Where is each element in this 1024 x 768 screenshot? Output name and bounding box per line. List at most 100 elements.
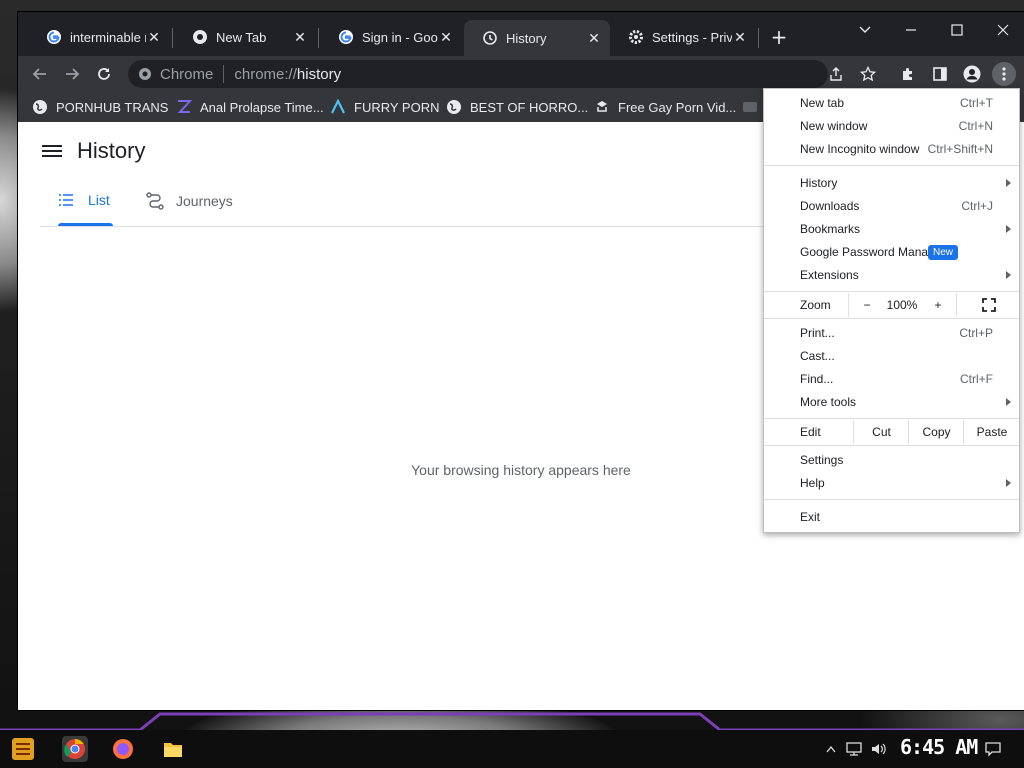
bookmark-item[interactable]: Free Gay Porn Vid... xyxy=(594,96,736,118)
tab-list[interactable]: List xyxy=(58,192,110,208)
forward-button[interactable] xyxy=(60,62,84,86)
menu-item-label: Exit xyxy=(800,510,821,524)
menu-item-cast[interactable]: Cast... xyxy=(764,345,1019,367)
menu-item-more-tools[interactable]: More tools xyxy=(764,391,1019,413)
cut-button[interactable]: Cut xyxy=(853,420,909,444)
tab-1[interactable]: New Tab ✕ xyxy=(174,22,316,52)
menu-item-new-window[interactable]: New window Ctrl+N xyxy=(764,115,1019,137)
back-button[interactable] xyxy=(28,62,52,86)
close-icon xyxy=(997,24,1009,36)
tab-title: interminable r xyxy=(70,29,146,45)
share-button[interactable] xyxy=(824,62,848,86)
start-logo-icon xyxy=(12,738,34,760)
bookmark-item[interactable]: PORNHUB TRANS xyxy=(32,96,168,118)
notifications-button[interactable] xyxy=(980,736,1006,762)
tab-3[interactable]: History ✕ xyxy=(464,20,610,56)
menu-item-help[interactable]: Help xyxy=(764,472,1019,494)
bookmark-item[interactable]: Anal Prolapse Time... xyxy=(176,96,324,118)
extensions-button[interactable] xyxy=(896,62,920,86)
volume-button[interactable] xyxy=(868,736,890,762)
menu-item-settings[interactable]: Settings xyxy=(764,449,1019,471)
paste-label: Paste xyxy=(976,425,1008,439)
menu-item-exit[interactable]: Exit xyxy=(764,506,1019,528)
bookmark-item[interactable]: BEST OF HORRO... xyxy=(446,96,588,118)
chrome-icon xyxy=(192,29,208,45)
menu-item-print[interactable]: Print... Ctrl+P xyxy=(764,322,1019,344)
side-panel-button[interactable] xyxy=(928,62,952,86)
google-g-icon xyxy=(46,29,62,45)
kebab-menu-icon xyxy=(1002,67,1006,81)
menu-item-bookmarks[interactable]: Bookmarks xyxy=(764,218,1019,240)
menu-item-shortcut: Ctrl+T xyxy=(960,96,993,110)
tab-4[interactable]: Settings - Priv ✕ xyxy=(610,22,756,52)
tab-journeys[interactable]: Journeys xyxy=(146,192,233,210)
reload-button[interactable] xyxy=(92,62,116,86)
firefox-icon xyxy=(113,739,133,759)
menu-item-new-incognito[interactable]: New Incognito window Ctrl+Shift+N xyxy=(764,138,1019,160)
new-tab-button[interactable]: + xyxy=(768,25,790,49)
list-icon xyxy=(59,194,73,206)
maximize-button[interactable] xyxy=(942,18,972,42)
close-window-button[interactable] xyxy=(988,18,1018,42)
show-hidden-icons-button[interactable] xyxy=(824,736,838,762)
close-icon[interactable]: ✕ xyxy=(586,30,602,46)
close-icon[interactable]: ✕ xyxy=(438,29,454,45)
close-icon[interactable]: ✕ xyxy=(732,29,748,45)
page-title: History xyxy=(77,138,146,163)
menu-item-extensions[interactable]: Extensions xyxy=(764,264,1019,286)
journeys-icon xyxy=(146,192,164,210)
bookmark-label: Free Gay Porn Vid... xyxy=(618,99,737,115)
address-bar[interactable]: Chrome chrome://history xyxy=(128,60,828,88)
taskbar-chrome[interactable] xyxy=(62,736,88,762)
minimize-button[interactable] xyxy=(896,18,926,42)
fullscreen-icon xyxy=(981,298,996,312)
hamburger-menu-icon[interactable] xyxy=(42,142,62,160)
tab-strip: interminable r ✕ New Tab ✕ Sign in - Goo… xyxy=(18,12,1024,56)
menu-item-label: Downloads xyxy=(800,199,860,213)
zoom-level: 100% xyxy=(884,293,920,317)
tab-title: History xyxy=(506,30,547,46)
anchor-icon xyxy=(594,99,610,115)
menu-item-downloads[interactable]: Downloads Ctrl+J xyxy=(764,195,1019,217)
globe-icon xyxy=(32,99,48,115)
tab-2[interactable]: Sign in - Googl ✕ xyxy=(320,22,462,52)
menu-item-password-manager[interactable]: Google Password Manager New xyxy=(764,241,1019,263)
chrome-icon xyxy=(64,738,85,759)
tab-0[interactable]: interminable r ✕ xyxy=(28,22,170,52)
submenu-arrow-icon xyxy=(1006,398,1011,406)
menu-item-history[interactable]: History xyxy=(764,172,1019,194)
tab-search-button[interactable] xyxy=(850,18,880,42)
menu-item-new-tab[interactable]: New tab Ctrl+T xyxy=(764,92,1019,114)
zoom-in-button[interactable]: + xyxy=(920,293,956,317)
menu-item-label: Settings xyxy=(800,453,844,467)
fullscreen-button[interactable] xyxy=(956,293,1020,317)
paste-button[interactable]: Paste xyxy=(963,420,1020,444)
taskbar-firefox[interactable] xyxy=(110,736,136,762)
menu-button[interactable] xyxy=(992,62,1016,86)
menu-item-shortcut: Ctrl+P xyxy=(959,326,993,340)
tab-title: Sign in - Googl xyxy=(362,29,438,45)
bookmark-star-button[interactable] xyxy=(856,62,880,86)
menu-item-label: History xyxy=(800,176,838,190)
start-button[interactable] xyxy=(10,736,36,762)
close-icon[interactable]: ✕ xyxy=(146,29,162,45)
bookmark-item[interactable]: FURRY PORN xyxy=(330,96,439,118)
site-chip: Chrome xyxy=(160,65,214,83)
submenu-arrow-icon xyxy=(1006,179,1011,187)
taskbar-file-explorer[interactable] xyxy=(160,736,186,762)
tab-title: New Tab xyxy=(216,29,267,45)
close-icon[interactable]: ✕ xyxy=(292,29,308,45)
zoom-out-button[interactable]: − xyxy=(848,293,885,317)
menu-item-label: More tools xyxy=(800,395,857,409)
menu-item-shortcut: Ctrl+N xyxy=(958,119,993,133)
network-button[interactable] xyxy=(844,736,864,762)
taskbar-clock[interactable]: 6:45 AM xyxy=(900,735,978,759)
copy-button[interactable]: Copy xyxy=(908,420,964,444)
folder-icon xyxy=(164,743,182,757)
menu-item-label: Print... xyxy=(800,326,835,340)
menu-item-find[interactable]: Find... Ctrl+F xyxy=(764,368,1019,390)
bookmark-label: FURRY PORN xyxy=(354,99,440,115)
chevron-up-icon xyxy=(826,745,836,753)
menu-item-label: New tab xyxy=(800,96,845,110)
profile-button[interactable] xyxy=(960,62,984,86)
